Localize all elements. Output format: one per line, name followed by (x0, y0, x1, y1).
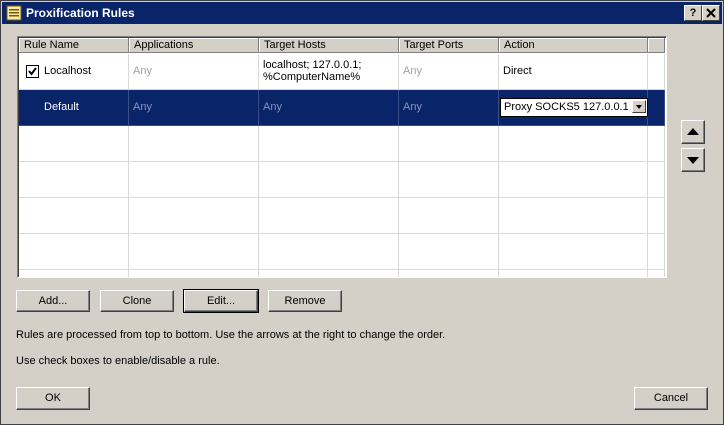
filler-cell (648, 54, 665, 90)
target-ports-cell: Any (399, 90, 499, 126)
rules-list[interactable]: Rule Name Applications Target Hosts Targ… (17, 36, 667, 278)
target-hosts-cell: localhost; 127.0.0.1; %ComputerName% (259, 54, 399, 90)
action-cell: Direct (499, 54, 648, 90)
chevron-down-icon (636, 105, 642, 109)
info-order-text: Rules are processed from top to bottom. … (16, 329, 446, 341)
applications-value: Any (133, 65, 152, 77)
action-dropdown[interactable]: Proxy SOCKS5 127.0.0.1 (500, 98, 648, 117)
target-hosts-line1: localhost; 127.0.0.1; (263, 59, 362, 71)
window-title: Proxification Rules (26, 6, 135, 20)
empty-row (19, 162, 665, 198)
column-header-action[interactable]: Action (499, 38, 648, 53)
action-cell: Proxy SOCKS5 127.0.0.1 (499, 90, 648, 126)
app-icon (6, 5, 22, 21)
applications-cell: Any (129, 54, 259, 90)
title-bar: Proxification Rules ? (2, 2, 722, 24)
action-dropdown-value: Proxy SOCKS5 127.0.0.1 (504, 101, 629, 113)
rule-name-cell: Localhost (19, 54, 129, 90)
column-header-applications[interactable]: Applications (129, 38, 259, 53)
rule-enabled-checkbox[interactable] (26, 65, 39, 78)
column-header-filler (648, 38, 665, 53)
column-header-target-ports[interactable]: Target Ports (399, 38, 499, 53)
target-ports-cell: Any (399, 54, 499, 90)
empty-row (19, 126, 665, 162)
target-hosts-line2: %ComputerName% (263, 71, 361, 83)
rule-name-cell: Default (19, 90, 129, 126)
target-ports-value: Any (403, 101, 422, 113)
column-header-target-hosts[interactable]: Target Hosts (259, 38, 399, 53)
arrow-up-icon (687, 128, 699, 135)
filler-cell (648, 90, 665, 126)
column-header-rule-name[interactable]: Rule Name (19, 38, 129, 53)
close-icon (706, 8, 716, 18)
move-up-button[interactable] (681, 120, 705, 144)
edit-button[interactable]: Edit... (183, 289, 259, 313)
empty-row (19, 270, 665, 277)
target-hosts-cell: Any (259, 90, 399, 126)
target-hosts-value: Any (263, 101, 282, 113)
cancel-button[interactable]: Cancel (634, 387, 708, 410)
table-row[interactable]: Localhost Any localhost; 127.0.0.1; %Com… (19, 54, 665, 90)
table-row-selected[interactable]: Default Any Any Any Proxy SOCKS5 127.0.0… (19, 90, 665, 126)
action-value: Direct (503, 65, 532, 77)
proxification-rules-dialog: Proxification Rules ? Rule Name Applicat… (0, 0, 724, 425)
rule-name: Localhost (44, 65, 92, 77)
empty-row (19, 198, 665, 234)
applications-cell: Any (129, 90, 259, 126)
empty-row (19, 234, 665, 270)
close-button[interactable] (702, 5, 720, 21)
rule-name: Default (44, 101, 79, 113)
ok-button[interactable]: OK (16, 387, 90, 410)
clone-button[interactable]: Clone (100, 290, 174, 312)
checkmark-icon (28, 67, 37, 76)
move-down-button[interactable] (681, 148, 705, 172)
applications-value: Any (133, 101, 152, 113)
remove-button[interactable]: Remove (268, 290, 342, 312)
list-header: Rule Name Applications Target Hosts Targ… (19, 38, 665, 54)
help-button[interactable]: ? (684, 5, 702, 21)
info-checkbox-text: Use check boxes to enable/disable a rule… (16, 355, 220, 367)
dropdown-button[interactable] (632, 100, 646, 113)
arrow-down-icon (687, 157, 699, 164)
target-ports-value: Any (403, 65, 422, 77)
add-button[interactable]: Add... (16, 290, 90, 312)
